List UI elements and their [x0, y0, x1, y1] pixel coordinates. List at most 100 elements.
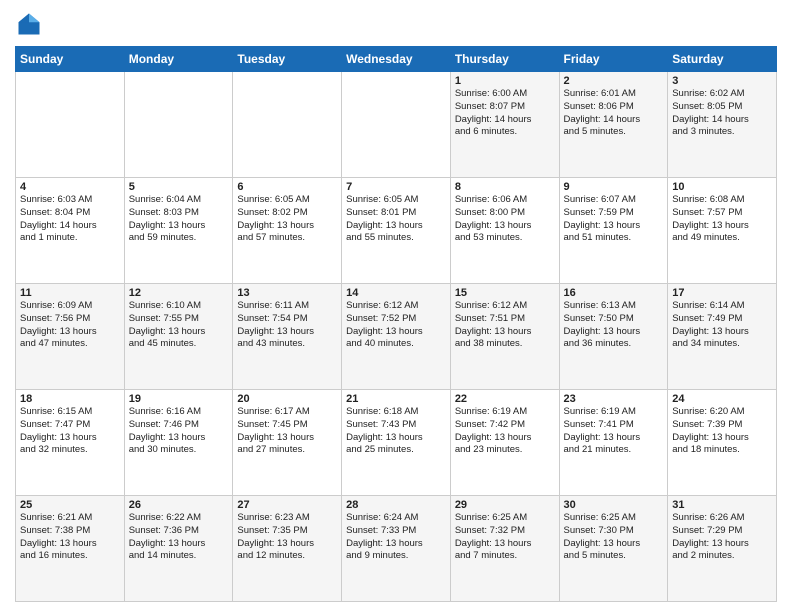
day-info: Sunrise: 6:05 AMSunset: 8:01 PMDaylight:…	[346, 194, 446, 245]
day-number: 2	[564, 75, 664, 87]
day-number: 28	[346, 499, 446, 511]
day-cell	[233, 72, 342, 178]
weekday-monday: Monday	[124, 47, 233, 72]
day-cell: 28Sunrise: 6:24 AMSunset: 7:33 PMDayligh…	[342, 496, 451, 602]
day-info: Sunrise: 6:19 AMSunset: 7:41 PMDaylight:…	[564, 406, 664, 457]
logo	[15, 10, 47, 38]
weekday-header-row: SundayMondayTuesdayWednesdayThursdayFrid…	[16, 47, 777, 72]
day-info: Sunrise: 6:07 AMSunset: 7:59 PMDaylight:…	[564, 194, 664, 245]
calendar-table: SundayMondayTuesdayWednesdayThursdayFrid…	[15, 46, 777, 602]
day-cell: 22Sunrise: 6:19 AMSunset: 7:42 PMDayligh…	[450, 390, 559, 496]
day-cell	[342, 72, 451, 178]
day-info: Sunrise: 6:20 AMSunset: 7:39 PMDaylight:…	[672, 406, 772, 457]
day-cell: 16Sunrise: 6:13 AMSunset: 7:50 PMDayligh…	[559, 284, 668, 390]
day-cell: 30Sunrise: 6:25 AMSunset: 7:30 PMDayligh…	[559, 496, 668, 602]
day-cell: 10Sunrise: 6:08 AMSunset: 7:57 PMDayligh…	[668, 178, 777, 284]
day-number: 12	[129, 287, 229, 299]
day-number: 9	[564, 181, 664, 193]
day-number: 30	[564, 499, 664, 511]
day-cell: 5Sunrise: 6:04 AMSunset: 8:03 PMDaylight…	[124, 178, 233, 284]
day-info: Sunrise: 6:03 AMSunset: 8:04 PMDaylight:…	[20, 194, 120, 245]
day-cell: 15Sunrise: 6:12 AMSunset: 7:51 PMDayligh…	[450, 284, 559, 390]
day-number: 5	[129, 181, 229, 193]
page: SundayMondayTuesdayWednesdayThursdayFrid…	[0, 0, 792, 612]
week-row-1: 1Sunrise: 6:00 AMSunset: 8:07 PMDaylight…	[16, 72, 777, 178]
day-number: 21	[346, 393, 446, 405]
day-info: Sunrise: 6:12 AMSunset: 7:51 PMDaylight:…	[455, 300, 555, 351]
day-number: 14	[346, 287, 446, 299]
day-cell: 17Sunrise: 6:14 AMSunset: 7:49 PMDayligh…	[668, 284, 777, 390]
day-cell: 31Sunrise: 6:26 AMSunset: 7:29 PMDayligh…	[668, 496, 777, 602]
day-info: Sunrise: 6:19 AMSunset: 7:42 PMDaylight:…	[455, 406, 555, 457]
day-info: Sunrise: 6:25 AMSunset: 7:32 PMDaylight:…	[455, 512, 555, 563]
day-cell: 29Sunrise: 6:25 AMSunset: 7:32 PMDayligh…	[450, 496, 559, 602]
day-info: Sunrise: 6:26 AMSunset: 7:29 PMDaylight:…	[672, 512, 772, 563]
day-info: Sunrise: 6:04 AMSunset: 8:03 PMDaylight:…	[129, 194, 229, 245]
day-cell: 8Sunrise: 6:06 AMSunset: 8:00 PMDaylight…	[450, 178, 559, 284]
day-number: 3	[672, 75, 772, 87]
day-info: Sunrise: 6:14 AMSunset: 7:49 PMDaylight:…	[672, 300, 772, 351]
day-cell: 23Sunrise: 6:19 AMSunset: 7:41 PMDayligh…	[559, 390, 668, 496]
day-number: 11	[20, 287, 120, 299]
day-number: 13	[237, 287, 337, 299]
day-cell: 2Sunrise: 6:01 AMSunset: 8:06 PMDaylight…	[559, 72, 668, 178]
day-info: Sunrise: 6:22 AMSunset: 7:36 PMDaylight:…	[129, 512, 229, 563]
day-number: 20	[237, 393, 337, 405]
day-number: 4	[20, 181, 120, 193]
day-cell: 7Sunrise: 6:05 AMSunset: 8:01 PMDaylight…	[342, 178, 451, 284]
day-info: Sunrise: 6:13 AMSunset: 7:50 PMDaylight:…	[564, 300, 664, 351]
day-info: Sunrise: 6:23 AMSunset: 7:35 PMDaylight:…	[237, 512, 337, 563]
day-cell: 18Sunrise: 6:15 AMSunset: 7:47 PMDayligh…	[16, 390, 125, 496]
day-cell: 27Sunrise: 6:23 AMSunset: 7:35 PMDayligh…	[233, 496, 342, 602]
day-cell: 25Sunrise: 6:21 AMSunset: 7:38 PMDayligh…	[16, 496, 125, 602]
weekday-saturday: Saturday	[668, 47, 777, 72]
day-cell: 3Sunrise: 6:02 AMSunset: 8:05 PMDaylight…	[668, 72, 777, 178]
day-cell: 14Sunrise: 6:12 AMSunset: 7:52 PMDayligh…	[342, 284, 451, 390]
day-cell: 12Sunrise: 6:10 AMSunset: 7:55 PMDayligh…	[124, 284, 233, 390]
day-number: 1	[455, 75, 555, 87]
day-number: 18	[20, 393, 120, 405]
day-info: Sunrise: 6:09 AMSunset: 7:56 PMDaylight:…	[20, 300, 120, 351]
weekday-tuesday: Tuesday	[233, 47, 342, 72]
day-number: 8	[455, 181, 555, 193]
day-cell: 6Sunrise: 6:05 AMSunset: 8:02 PMDaylight…	[233, 178, 342, 284]
day-cell: 20Sunrise: 6:17 AMSunset: 7:45 PMDayligh…	[233, 390, 342, 496]
day-info: Sunrise: 6:21 AMSunset: 7:38 PMDaylight:…	[20, 512, 120, 563]
day-info: Sunrise: 6:24 AMSunset: 7:33 PMDaylight:…	[346, 512, 446, 563]
day-cell: 26Sunrise: 6:22 AMSunset: 7:36 PMDayligh…	[124, 496, 233, 602]
day-cell: 24Sunrise: 6:20 AMSunset: 7:39 PMDayligh…	[668, 390, 777, 496]
day-info: Sunrise: 6:02 AMSunset: 8:05 PMDaylight:…	[672, 88, 772, 139]
day-cell: 11Sunrise: 6:09 AMSunset: 7:56 PMDayligh…	[16, 284, 125, 390]
week-row-3: 11Sunrise: 6:09 AMSunset: 7:56 PMDayligh…	[16, 284, 777, 390]
day-number: 24	[672, 393, 772, 405]
day-info: Sunrise: 6:00 AMSunset: 8:07 PMDaylight:…	[455, 88, 555, 139]
day-number: 29	[455, 499, 555, 511]
day-cell	[124, 72, 233, 178]
day-info: Sunrise: 6:11 AMSunset: 7:54 PMDaylight:…	[237, 300, 337, 351]
day-number: 31	[672, 499, 772, 511]
logo-icon	[15, 10, 43, 38]
day-number: 7	[346, 181, 446, 193]
day-cell	[16, 72, 125, 178]
day-info: Sunrise: 6:01 AMSunset: 8:06 PMDaylight:…	[564, 88, 664, 139]
weekday-friday: Friday	[559, 47, 668, 72]
day-info: Sunrise: 6:06 AMSunset: 8:00 PMDaylight:…	[455, 194, 555, 245]
day-number: 15	[455, 287, 555, 299]
day-info: Sunrise: 6:15 AMSunset: 7:47 PMDaylight:…	[20, 406, 120, 457]
day-number: 26	[129, 499, 229, 511]
day-info: Sunrise: 6:12 AMSunset: 7:52 PMDaylight:…	[346, 300, 446, 351]
day-number: 10	[672, 181, 772, 193]
day-number: 23	[564, 393, 664, 405]
day-info: Sunrise: 6:05 AMSunset: 8:02 PMDaylight:…	[237, 194, 337, 245]
header	[15, 10, 777, 38]
day-cell: 13Sunrise: 6:11 AMSunset: 7:54 PMDayligh…	[233, 284, 342, 390]
day-cell: 19Sunrise: 6:16 AMSunset: 7:46 PMDayligh…	[124, 390, 233, 496]
day-info: Sunrise: 6:10 AMSunset: 7:55 PMDaylight:…	[129, 300, 229, 351]
weekday-wednesday: Wednesday	[342, 47, 451, 72]
day-number: 27	[237, 499, 337, 511]
day-number: 25	[20, 499, 120, 511]
day-info: Sunrise: 6:17 AMSunset: 7:45 PMDaylight:…	[237, 406, 337, 457]
day-cell: 4Sunrise: 6:03 AMSunset: 8:04 PMDaylight…	[16, 178, 125, 284]
day-info: Sunrise: 6:16 AMSunset: 7:46 PMDaylight:…	[129, 406, 229, 457]
day-cell: 1Sunrise: 6:00 AMSunset: 8:07 PMDaylight…	[450, 72, 559, 178]
